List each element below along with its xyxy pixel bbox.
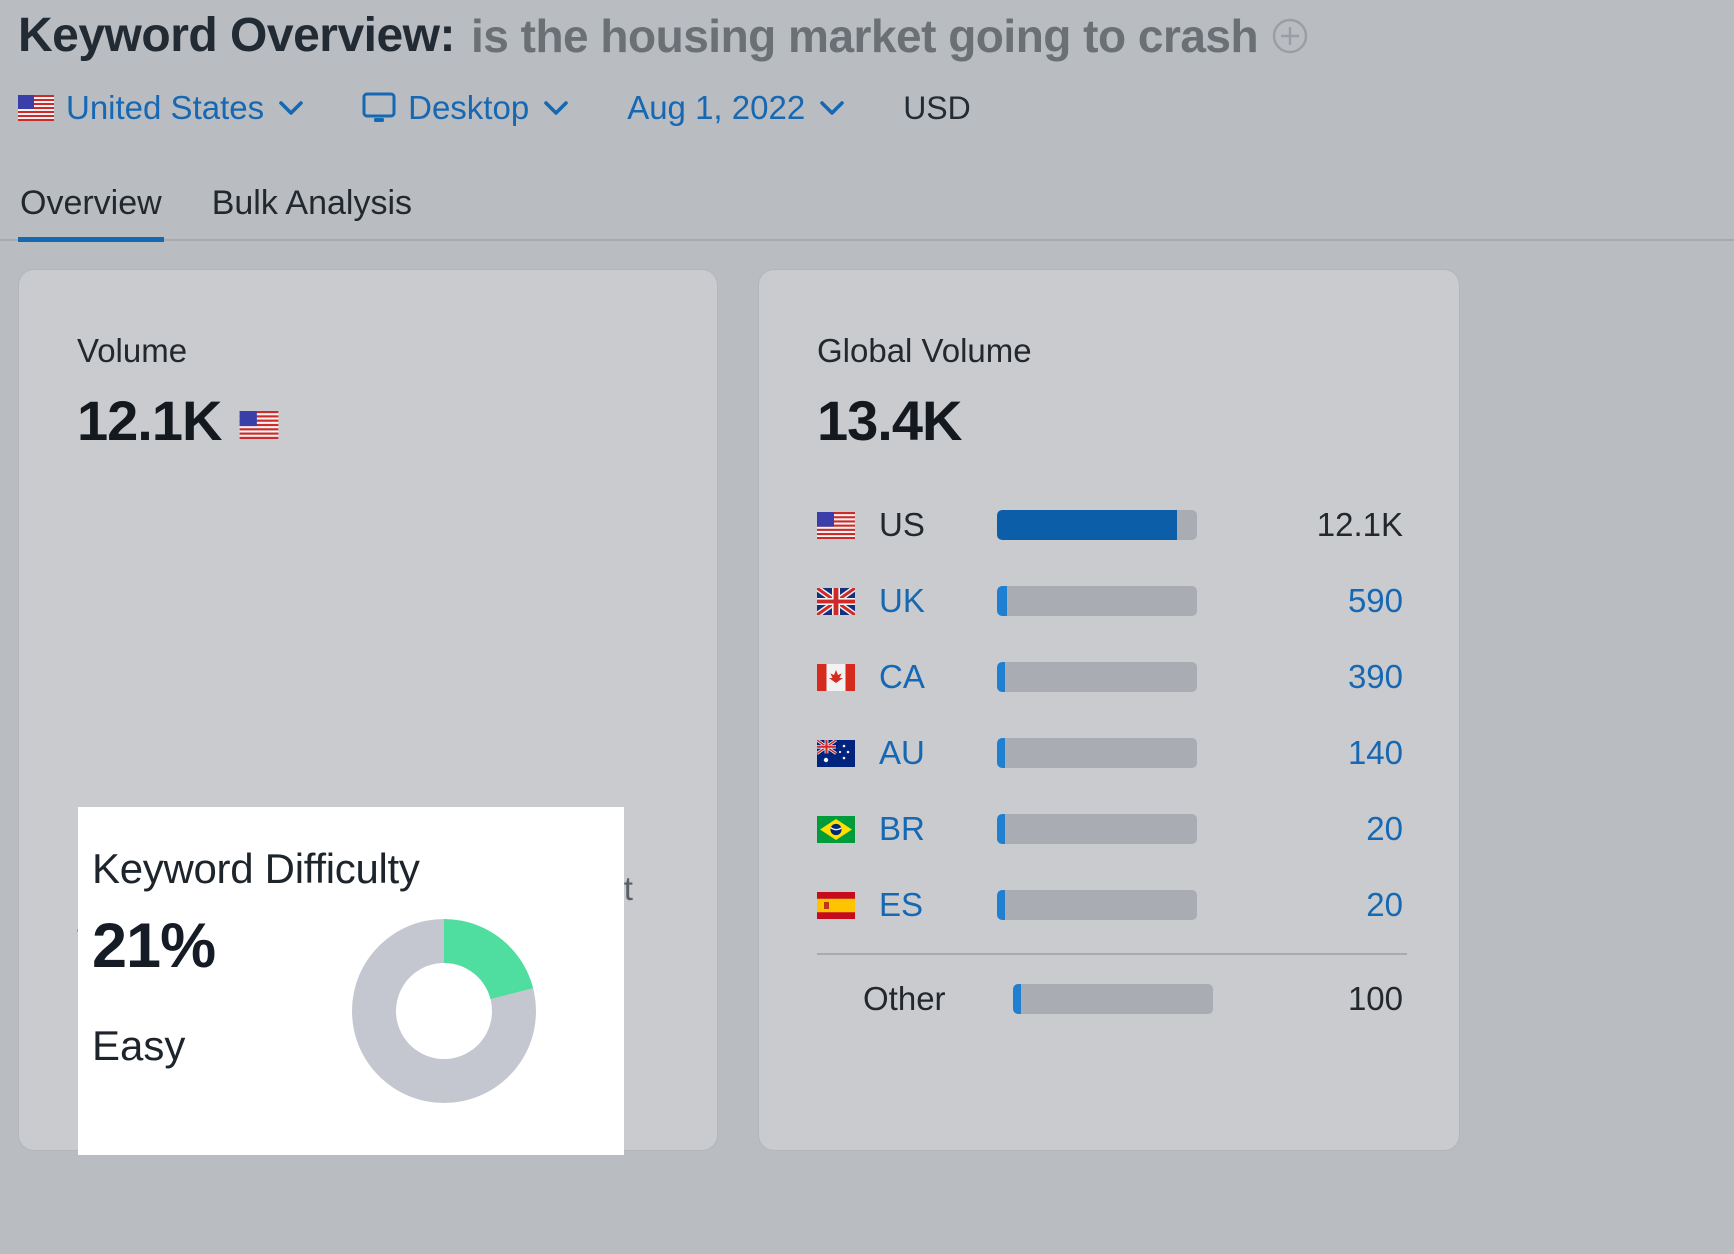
currency-label: USD (903, 90, 971, 127)
global-volume-card: Global Volume 13.4K US 12.1K UK 590 CA 390 (758, 269, 1460, 1151)
other-label: Other (863, 980, 1013, 1018)
ca-flag-icon (817, 664, 863, 691)
volume-card: Volume 12.1K It is quite possible to ran… (18, 269, 718, 1151)
date-selector-label: Aug 1, 2022 (627, 89, 805, 127)
keyword-difficulty-overlay: Keyword Difficulty 21% Easy (78, 807, 624, 1155)
country-volume-row: ES 20 (817, 867, 1407, 943)
country-code-ca[interactable]: CA (863, 658, 997, 696)
country-volume-row: BR 20 (817, 791, 1407, 867)
tab-bar: Overview Bulk Analysis (0, 177, 1734, 241)
keyword-difficulty-values: 21% Easy (92, 915, 342, 1070)
page-header: Keyword Overview: is the housing market … (0, 0, 1734, 131)
country-volume-bar (997, 738, 1197, 768)
page-title-keyword: is the housing market going to crash (471, 9, 1258, 63)
country-volume-row: CA 390 (817, 639, 1407, 715)
other-volume-value: 100 (1213, 980, 1407, 1018)
us-flag-icon (18, 95, 54, 121)
tab-bulk-analysis[interactable]: Bulk Analysis (210, 184, 414, 239)
uk-flag-icon (817, 588, 863, 615)
us-flag-icon (239, 411, 279, 439)
country-code-es[interactable]: ES (863, 886, 997, 924)
country-volume-value[interactable]: 590 (1197, 582, 1407, 620)
tab-overview[interactable]: Overview (18, 184, 164, 239)
volume-card-value-row: 12.1K (19, 370, 717, 453)
filter-bar: United States Desktop Aug 1, 2022 (18, 85, 1734, 131)
keyword-difficulty-body: 21% Easy (78, 893, 624, 1103)
country-code-au[interactable]: AU (863, 734, 997, 772)
plus-circle-icon[interactable] (1272, 18, 1308, 54)
country-volume-bar-fill (997, 814, 1005, 844)
country-volume-bar-fill (997, 662, 1005, 692)
chevron-down-icon (543, 100, 569, 116)
br-flag-icon (817, 816, 863, 843)
au-flag-icon (817, 740, 863, 767)
country-volume-value[interactable]: 20 (1197, 886, 1407, 924)
page-title-row: Keyword Overview: is the housing market … (18, 8, 1734, 63)
country-code-uk[interactable]: UK (863, 582, 997, 620)
country-volume-value: 12.1K (1197, 506, 1407, 544)
country-volume-value[interactable]: 390 (1197, 658, 1407, 696)
donut-hole (396, 963, 492, 1059)
country-volume-bar (997, 890, 1197, 920)
country-volume-row: US 12.1K (817, 487, 1407, 563)
country-volume-value[interactable]: 140 (1197, 734, 1407, 772)
keyword-difficulty-title: Keyword Difficulty (78, 807, 624, 893)
country-volume-bar (997, 586, 1197, 616)
country-selector-label: United States (66, 89, 264, 127)
volume-card-value: 12.1K (77, 388, 221, 453)
device-selector-label: Desktop (408, 89, 529, 127)
country-volume-bar-fill (997, 586, 1007, 616)
global-volume-card-value: 13.4K (759, 370, 1459, 453)
page-title: Keyword Overview: (18, 8, 455, 63)
device-selector[interactable]: Desktop (362, 89, 569, 127)
country-volume-value[interactable]: 20 (1197, 810, 1407, 848)
volume-card-title: Volume (19, 270, 717, 370)
metric-cards: Volume 12.1K It is quite possible to ran… (0, 241, 1734, 1151)
country-volume-bar-fill (997, 738, 1005, 768)
monitor-icon (362, 92, 396, 124)
keyword-difficulty-rating: Easy (92, 1022, 342, 1070)
list-divider (817, 953, 1407, 955)
es-flag-icon (817, 892, 863, 919)
date-selector[interactable]: Aug 1, 2022 (627, 89, 845, 127)
country-volume-row: AU 140 (817, 715, 1407, 791)
keyword-difficulty-percent: 21% (92, 915, 342, 978)
global-volume-card-title: Global Volume (759, 270, 1459, 370)
country-volume-bar (997, 510, 1197, 540)
chevron-down-icon (819, 100, 845, 116)
country-selector[interactable]: United States (18, 89, 304, 127)
country-volume-list: US 12.1K UK 590 CA 390 (817, 453, 1407, 1037)
country-code-br[interactable]: BR (863, 810, 997, 848)
country-volume-bar (997, 814, 1197, 844)
us-flag-icon (817, 512, 863, 539)
other-volume-bar (1013, 984, 1213, 1014)
chevron-down-icon (278, 100, 304, 116)
country-volume-bar-fill (997, 510, 1177, 540)
country-volume-row: UK 590 (817, 563, 1407, 639)
country-code-us: US (863, 506, 997, 544)
country-volume-bar-fill (997, 890, 1005, 920)
keyword-difficulty-donut-chart (352, 919, 536, 1103)
other-volume-bar-fill (1013, 984, 1021, 1014)
country-volume-bar (997, 662, 1197, 692)
other-volume-row: Other 100 (817, 961, 1407, 1037)
